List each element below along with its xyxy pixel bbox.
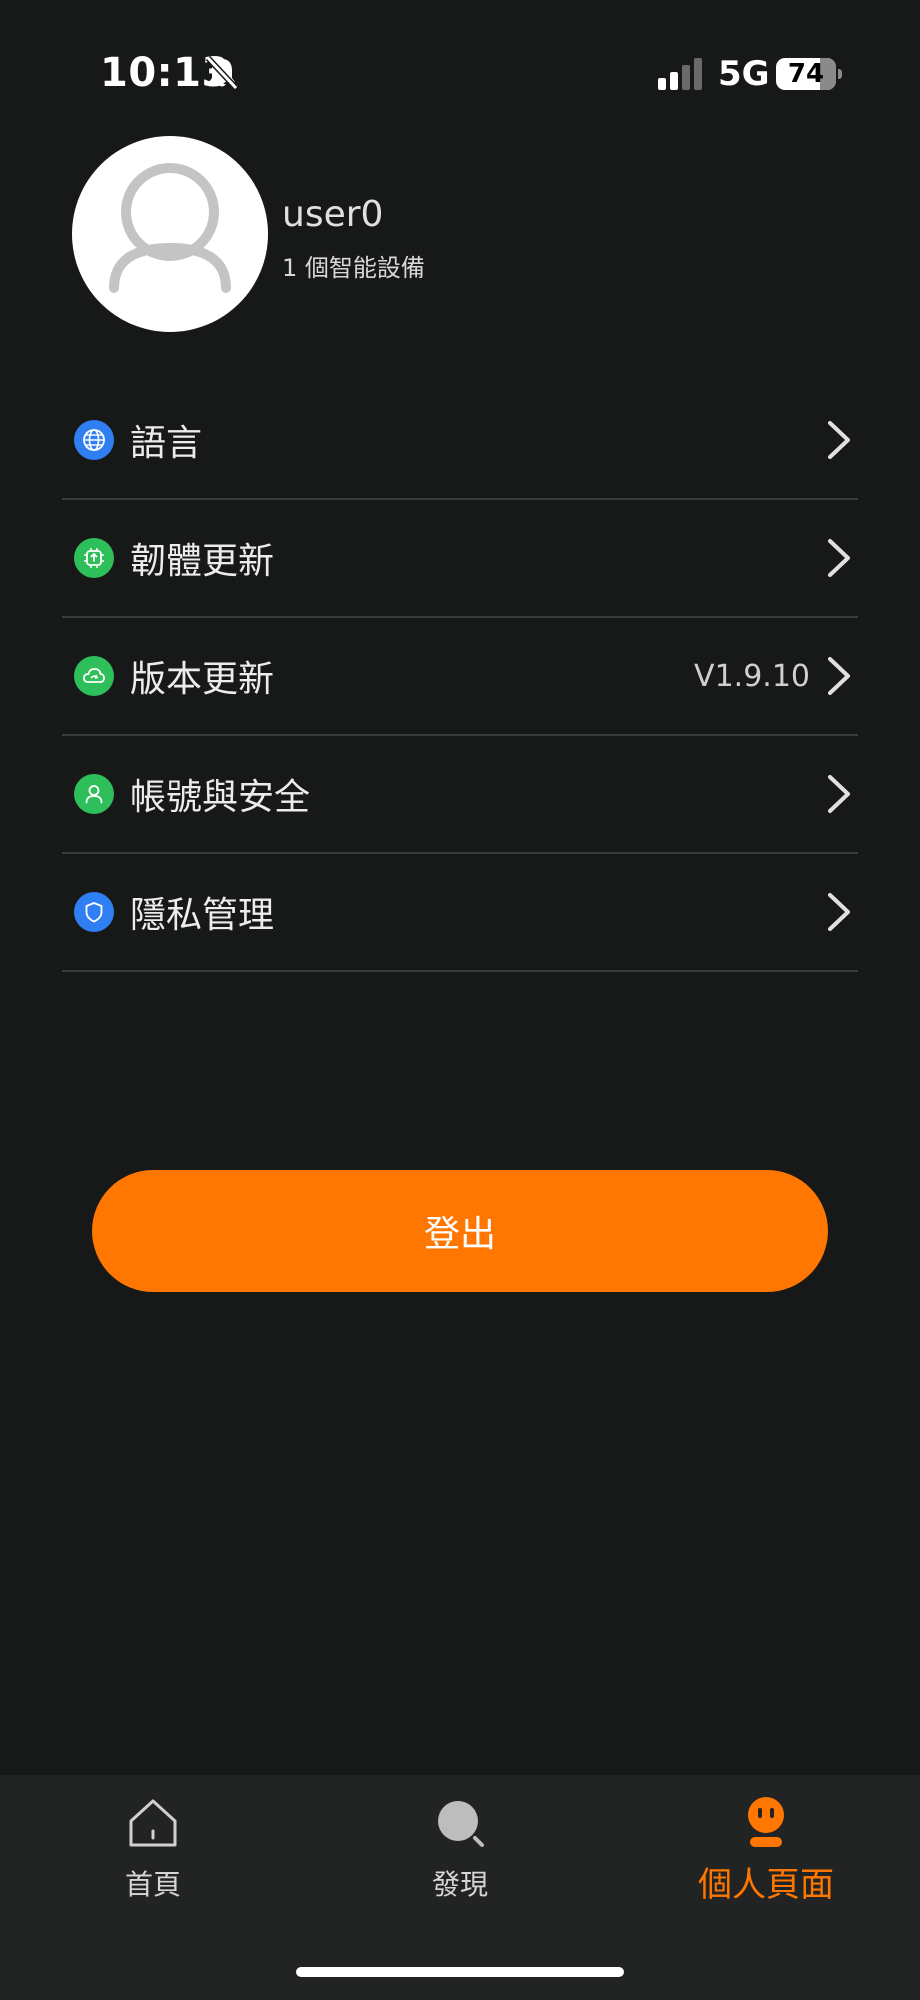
chevron-right-icon bbox=[828, 657, 850, 695]
chip-upload-icon bbox=[74, 538, 114, 578]
app-version: V1.9.10 bbox=[694, 658, 810, 694]
nav-tab-discover[interactable]: 發現 bbox=[360, 1795, 560, 1903]
settings-menu: 語言 韌體更新 版本更新 V1.9.10 帳號與安全 隱私管理 bbox=[62, 382, 858, 972]
menu-label-language: 語言 bbox=[130, 423, 203, 464]
chevron-right-icon bbox=[828, 893, 850, 931]
menu-item-account-security[interactable]: 帳號與安全 bbox=[62, 736, 858, 854]
nav-label-discover: 發現 bbox=[431, 1868, 488, 1901]
network-label: 5G bbox=[718, 54, 770, 94]
menu-item-language[interactable]: 語言 bbox=[62, 382, 858, 500]
home-icon bbox=[129, 1799, 177, 1847]
menu-label-firmware-update: 韌體更新 bbox=[130, 541, 275, 582]
nav-label-home: 首頁 bbox=[124, 1868, 181, 1901]
menu-label-privacy: 隱私管理 bbox=[130, 895, 275, 936]
menu-label-version-update: 版本更新 bbox=[130, 659, 275, 700]
chevron-right-icon bbox=[828, 775, 850, 813]
discover-icon bbox=[438, 1801, 484, 1847]
menu-item-firmware-update[interactable]: 韌體更新 bbox=[62, 500, 858, 618]
nav-label-profile: 個人頁面 bbox=[698, 1865, 834, 1905]
battery-icon: 74 bbox=[776, 58, 836, 90]
nav-tab-home[interactable]: 首頁 bbox=[53, 1795, 253, 1903]
user-icon bbox=[74, 774, 114, 814]
signal-icon bbox=[658, 58, 702, 90]
menu-item-privacy[interactable]: 隱私管理 bbox=[62, 854, 858, 972]
chevron-right-icon bbox=[828, 421, 850, 459]
device-count: 1 個智能設備 bbox=[282, 254, 425, 282]
avatar[interactable] bbox=[72, 136, 268, 332]
nav-tab-profile[interactable]: 個人頁面 bbox=[666, 1795, 866, 1906]
chevron-right-icon bbox=[828, 539, 850, 577]
menu-label-account-security: 帳號與安全 bbox=[130, 777, 311, 818]
logout-button[interactable]: 登出 bbox=[92, 1170, 828, 1292]
shield-icon bbox=[74, 892, 114, 932]
battery-tip bbox=[838, 69, 842, 79]
user-avatar-icon bbox=[109, 163, 231, 293]
menu-item-version-update[interactable]: 版本更新 V1.9.10 bbox=[62, 618, 858, 736]
bell-muted-icon bbox=[205, 55, 239, 91]
username: user0 bbox=[282, 194, 384, 235]
profile-face-icon bbox=[748, 1797, 784, 1847]
status-bar: 10:13 5G 74 bbox=[0, 0, 920, 150]
globe-icon bbox=[74, 420, 114, 460]
home-indicator[interactable] bbox=[296, 1967, 624, 1977]
battery-level: 74 bbox=[787, 59, 825, 89]
cloud-sync-icon bbox=[74, 656, 114, 696]
